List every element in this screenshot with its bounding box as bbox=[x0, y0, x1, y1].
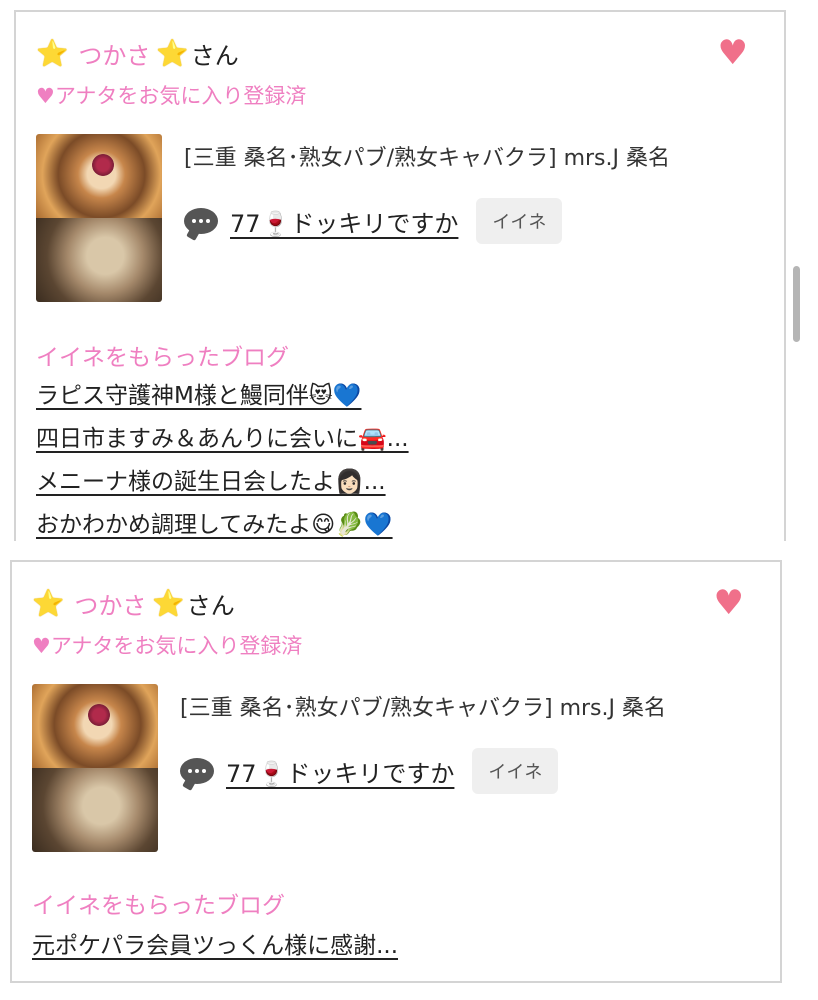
honorific-suffix: さん bbox=[186, 592, 235, 620]
star-icon: ⭐ bbox=[36, 38, 69, 69]
liked-blog-link[interactable]: 元ポケパラ会員ツっくん様に感謝... bbox=[32, 933, 398, 959]
favorited-status: ♥アナタをお気に入り登録済 bbox=[32, 634, 303, 658]
food-photo-bottom bbox=[32, 768, 158, 852]
list-item: おかわかめ調理してみたよ😋🥬💙 bbox=[36, 505, 409, 539]
speech-bubble-icon bbox=[180, 758, 214, 784]
user-name-row[interactable]: ⭐ つかさ ⭐ さん bbox=[36, 36, 239, 71]
liked-blog-link[interactable]: ラピス守護神M様と鰻同伴😻💙 bbox=[36, 383, 361, 409]
liked-blogs-heading: イイネをもらったブログ bbox=[32, 893, 285, 919]
list-item: ラピス守護神M様と鰻同伴😻💙 bbox=[36, 376, 409, 410]
favorited-status: ♥アナタをお気に入り登録済 bbox=[36, 84, 307, 108]
scrollbar-thumb[interactable] bbox=[793, 266, 800, 342]
honorific-suffix: さん bbox=[190, 42, 239, 70]
profile-thumbnail[interactable] bbox=[36, 134, 162, 302]
liked-blog-link[interactable]: おかわかめ調理してみたよ😋🥬💙 bbox=[36, 512, 393, 538]
food-photo-top bbox=[32, 684, 158, 768]
food-photo-top bbox=[36, 134, 162, 218]
liked-blogs-list: 元ポケパラ会員ツっくん様に感謝... bbox=[32, 926, 398, 969]
latest-blog-row: 77🍷ドッキリですか イイネ bbox=[184, 198, 563, 244]
latest-blog-row: 77🍷ドッキリですか イイネ bbox=[180, 748, 559, 794]
list-item: 四日市ますみ＆あんりに会いに🚘... bbox=[36, 419, 409, 453]
user-name-row[interactable]: ⭐ つかさ ⭐ さん bbox=[32, 586, 235, 621]
latest-blog-link[interactable]: 77🍷ドッキリですか bbox=[226, 754, 454, 789]
shop-info: [三重 桑名･熟女パブ/熟女キャバクラ] mrs.J 桑名 bbox=[184, 146, 670, 171]
flower-garnish bbox=[88, 704, 110, 726]
food-photo-bottom bbox=[36, 218, 162, 302]
liked-blogs-list: ラピス守護神M様と鰻同伴😻💙 四日市ますみ＆あんりに会いに🚘... メニーナ様の… bbox=[36, 376, 409, 548]
flower-garnish bbox=[92, 154, 114, 176]
favorite-card: ⭐ つかさ ⭐ さん ♥ ♥アナタをお気に入り登録済 [三重 桑名･熟女パブ/熟… bbox=[14, 10, 786, 541]
iine-button[interactable]: イイネ bbox=[472, 748, 559, 794]
liked-blog-link[interactable]: メニーナ様の誕生日会したよ👩🏻... bbox=[36, 469, 386, 495]
iine-button[interactable]: イイネ bbox=[476, 198, 563, 244]
liked-blogs-heading: イイネをもらったブログ bbox=[36, 345, 289, 371]
profile-thumbnail[interactable] bbox=[32, 684, 158, 852]
favorite-heart-button[interactable]: ♥ bbox=[714, 586, 744, 620]
liked-blog-link[interactable]: 四日市ますみ＆あんりに会いに🚘... bbox=[36, 426, 409, 452]
star-icon: ⭐ bbox=[152, 588, 185, 619]
list-item: 元ポケパラ会員ツっくん様に感謝... bbox=[32, 926, 398, 960]
user-name[interactable]: つかさ bbox=[74, 586, 146, 621]
favorite-card: ⭐ つかさ ⭐ さん ♥ ♥アナタをお気に入り登録済 [三重 桑名･熟女パブ/熟… bbox=[10, 560, 782, 983]
star-icon: ⭐ bbox=[32, 588, 65, 619]
user-name[interactable]: つかさ bbox=[78, 36, 150, 71]
latest-blog-link[interactable]: 77🍷ドッキリですか bbox=[230, 204, 458, 239]
speech-bubble-icon bbox=[184, 208, 218, 234]
favorite-heart-button[interactable]: ♥ bbox=[718, 36, 748, 70]
shop-info: [三重 桑名･熟女パブ/熟女キャバクラ] mrs.J 桑名 bbox=[180, 696, 666, 721]
list-item: メニーナ様の誕生日会したよ👩🏻... bbox=[36, 462, 409, 496]
star-icon: ⭐ bbox=[156, 38, 189, 69]
